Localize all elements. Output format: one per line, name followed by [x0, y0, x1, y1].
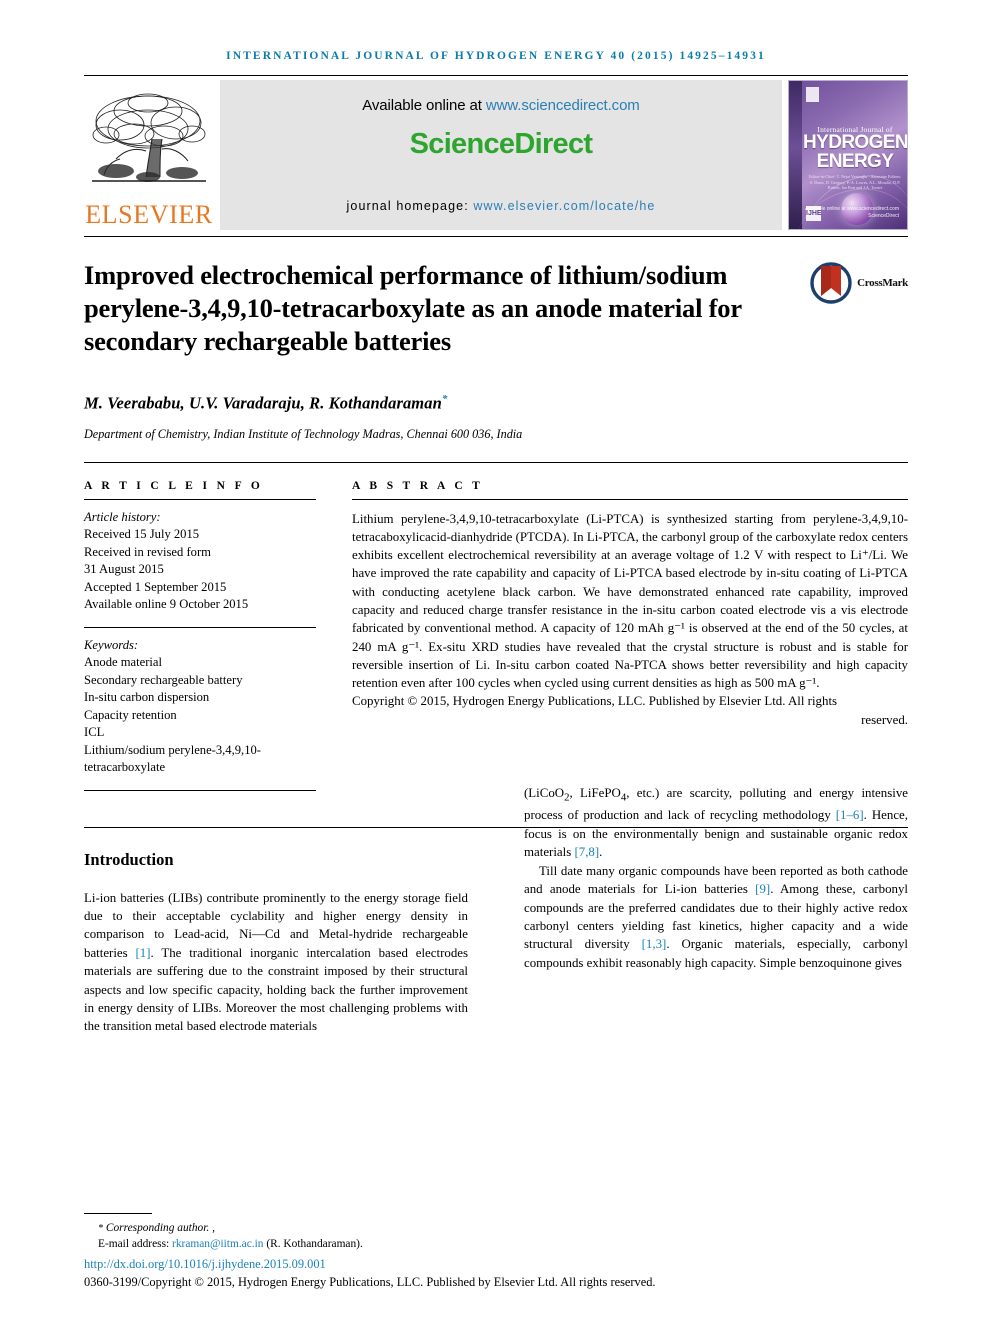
cover-elsevier-mark-icon — [806, 87, 819, 102]
elsevier-wordmark: ELSEVIER — [85, 200, 213, 229]
right-text-b: , LiFePO — [569, 785, 621, 800]
journal-homepage-label: journal homepage: — [346, 199, 474, 213]
sciencedirect-panel: Available online at www.sciencedirect.co… — [220, 80, 782, 230]
copyright-main: Copyright © 2015, Hydrogen Energy Public… — [352, 694, 838, 709]
intro-paragraph-right-2: Till date many organic compounds have be… — [524, 862, 908, 972]
citation-ref[interactable]: [1–6] — [836, 808, 864, 822]
citation-ref[interactable]: [7,8] — [574, 845, 599, 859]
email-link[interactable]: rkraman@iitm.ac.in — [172, 1238, 263, 1250]
email-note: E-mail address: rkraman@iitm.ac.in (R. K… — [84, 1237, 908, 1253]
header-rule — [84, 75, 908, 76]
issn-copyright-line: 0360-3199/Copyright © 2015, Hydrogen Ene… — [84, 1275, 656, 1289]
running-head: INTERNATIONAL JOURNAL OF HYDROGEN ENERGY… — [226, 50, 766, 62]
history-item: Received 15 July 2015 — [84, 527, 200, 541]
article-history-label: Article history: — [84, 509, 161, 524]
author-list: M. Veerababu, U.V. Varadaraju, R. Kothan… — [84, 393, 908, 414]
section-heading-introduction: Introduction — [84, 849, 174, 869]
keyword-item: Secondary rechargeable battery — [84, 672, 243, 687]
keywords-label: Keywords: — [84, 637, 139, 652]
keyword-item: ICL — [84, 725, 105, 739]
citation-ref[interactable]: [9] — [755, 882, 770, 896]
email-label: E-mail address: — [98, 1237, 173, 1250]
corresponding-author-marker[interactable]: * — [442, 393, 448, 405]
article-info-rule — [84, 498, 316, 500]
elsevier-logo: ELSEVIER — [84, 80, 214, 230]
journal-homepage-url[interactable]: www.elsevier.com/locate/he — [473, 199, 655, 213]
article-info-column: A R T I C L E I N F O Article history: R… — [84, 480, 352, 791]
cover-editors: Editor-in-Chief: T. Nejat Veziroğlu · As… — [808, 174, 902, 191]
keywords-block: Keywords: Anode material Secondary recha… — [84, 637, 316, 777]
keyword-item: tetracarboxylate — [84, 760, 166, 774]
masthead-rule — [84, 236, 908, 237]
body-column-left: Introduction Li-ion batteries (LIBs) con… — [84, 828, 496, 1036]
title-row: Improved electrochemical performance of … — [84, 259, 908, 358]
footnote-block: * Corresponding author. , E-mail address… — [84, 1213, 908, 1290]
right-text-a: (LiCoO — [524, 785, 565, 800]
crossmark-icon — [810, 262, 852, 304]
article-info-heading: A R T I C L E I N F O — [84, 479, 264, 492]
citation-ref[interactable]: [1] — [136, 946, 151, 960]
abstract-heading: A B S T R A C T — [352, 479, 484, 492]
history-item: Accepted 1 September 2015 — [84, 579, 227, 594]
article-first-page: INTERNATIONAL JOURNAL OF HYDROGEN ENERGY… — [0, 0, 992, 1323]
corresponding-author-text: Corresponding author. , — [105, 1222, 215, 1234]
cover-sciencedirect-footer: Available online at www.sciencedirect.co… — [805, 206, 899, 219]
footnote-rule — [84, 1213, 152, 1214]
affiliation-rule — [84, 461, 908, 463]
info-abstract-section: A R T I C L E I N F O Article history: R… — [84, 480, 908, 791]
author-names: M. Veerababu, U.V. Varadaraju, R. Kothan… — [84, 393, 442, 413]
abstract-rule — [352, 498, 908, 500]
journal-cover: International Journal of HYDROGEN ENERGY… — [788, 80, 908, 230]
keywords-top-rule — [84, 626, 316, 628]
cover-title-line2: HYDROGEN — [803, 132, 908, 153]
email-owner: (R. Kothandaraman). — [263, 1237, 363, 1250]
keyword-item: Lithium/sodium perylene-3,4,9,10- — [84, 742, 261, 757]
abstract-body: Lithium perylene-3,4,9,10-tetracarboxyla… — [352, 511, 908, 691]
affiliation: Department of Chemistry, Indian Institut… — [84, 426, 523, 441]
intro-paragraph-right-1: (LiCoO2, LiFePO4, etc.) are scarcity, po… — [524, 784, 908, 862]
body-columns: Introduction Li-ion batteries (LIBs) con… — [84, 786, 908, 1036]
body-column-right: (LiCoO2, LiFePO4, etc.) are scarcity, po… — [496, 784, 908, 1036]
crossmark-label: CrossMark — [857, 277, 908, 289]
masthead: ELSEVIER Available online at www.science… — [84, 80, 908, 230]
history-item: Available online 9 October 2015 — [84, 597, 249, 611]
corresponding-author-note: * Corresponding author. , — [84, 1221, 908, 1237]
sciencedirect-url[interactable]: www.sciencedirect.com — [486, 97, 640, 114]
journal-homepage-line: journal homepage: www.elsevier.com/locat… — [347, 199, 656, 213]
sciencedirect-logo[interactable]: ScienceDirect — [410, 128, 593, 161]
history-item: 31 August 2015 — [84, 562, 164, 576]
abstract-column: A B S T R A C T Lithium perylene-3,4,9,1… — [352, 480, 908, 791]
history-item: Received in revised form — [84, 544, 211, 559]
article-history: Article history: Received 15 July 2015 R… — [84, 509, 316, 614]
crossmark-badge[interactable]: CrossMark — [810, 262, 908, 304]
elsevier-tree-icon — [92, 93, 206, 182]
footnote-star: * — [98, 1223, 103, 1234]
keyword-item: Anode material — [84, 655, 162, 669]
citation-ref[interactable]: [1,3] — [642, 937, 667, 951]
journal-cover-art: International Journal of HYDROGEN ENERGY… — [788, 80, 908, 230]
right-text-e: . — [599, 845, 603, 860]
cover-title-line3: ENERGY — [816, 151, 894, 172]
page-title: Improved electrochemical performance of … — [84, 260, 742, 356]
available-online-line: Available online at www.sciencedirect.co… — [362, 97, 640, 114]
available-online-text: Available online at — [362, 97, 486, 114]
doi-link[interactable]: http://dx.doi.org/10.1016/j.ijhydene.201… — [84, 1256, 908, 1272]
keyword-item: Capacity retention — [84, 707, 177, 722]
copyright-tail: reserved. — [861, 712, 908, 727]
intro-paragraph-left: Li-ion batteries (LIBs) contribute promi… — [84, 889, 468, 1036]
keywords-bottom-rule — [84, 789, 316, 791]
abstract-copyright: Copyright © 2015, Hydrogen Energy Public… — [352, 692, 908, 729]
keyword-item: In-situ carbon dispersion — [84, 690, 210, 704]
